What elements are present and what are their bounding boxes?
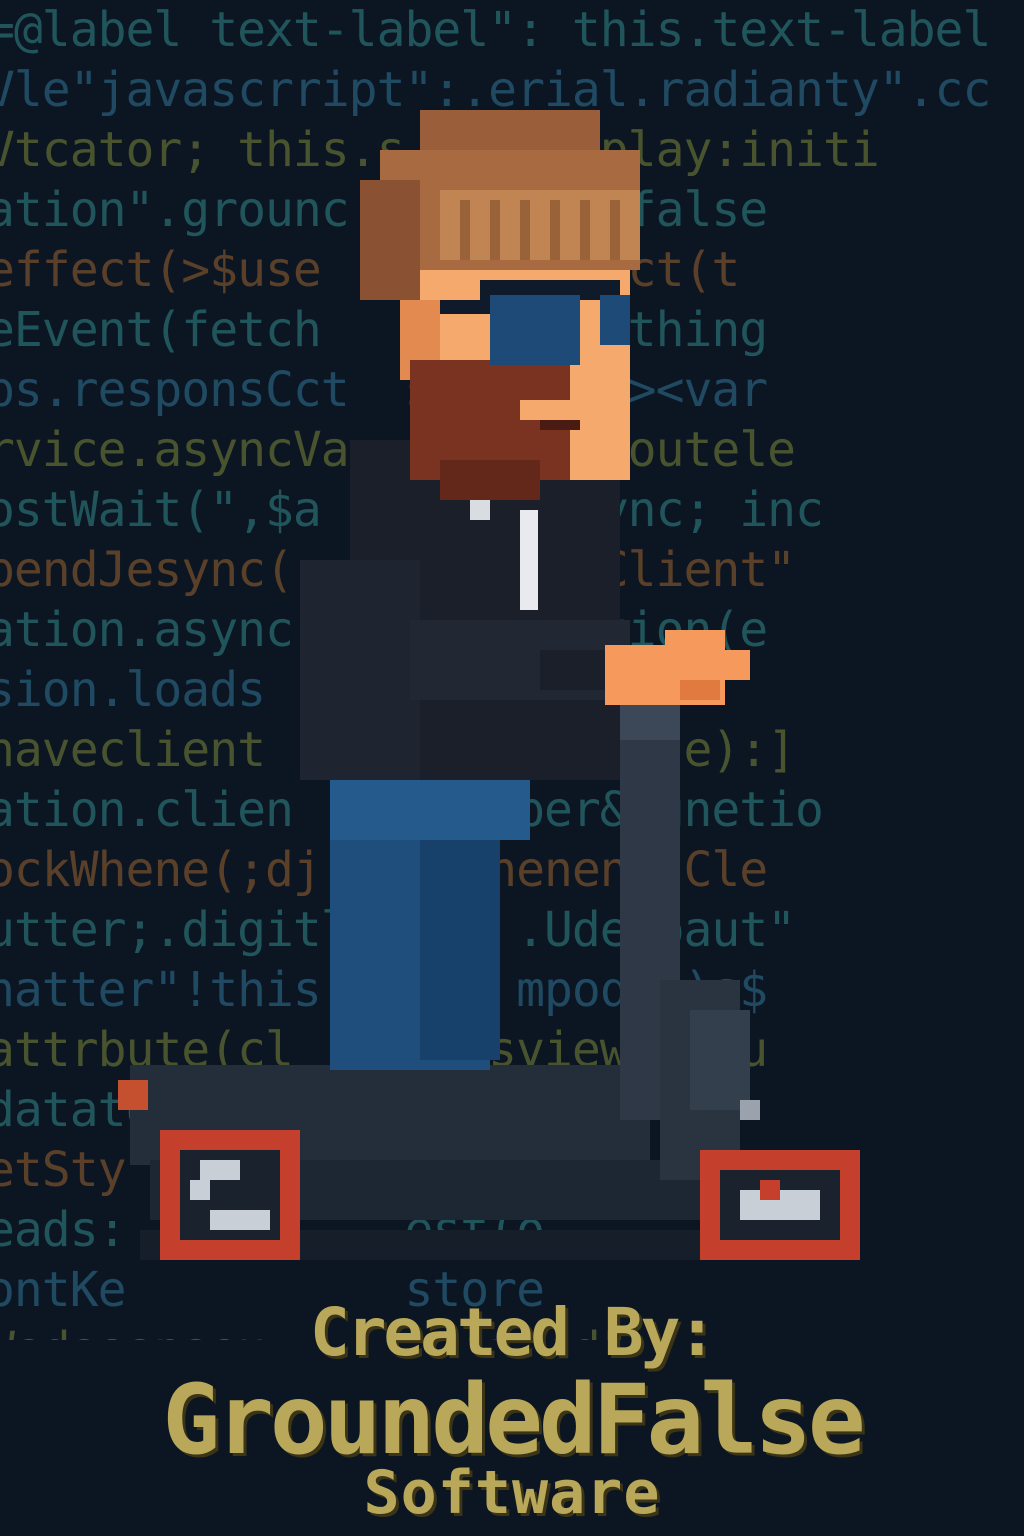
pixel-character-illustration bbox=[118, 110, 860, 1260]
front-wheel-icon bbox=[700, 1150, 860, 1260]
jeans bbox=[330, 760, 530, 1070]
credit-label: Created By: bbox=[309, 1294, 717, 1371]
credit-subtitle: Software bbox=[363, 1458, 661, 1528]
back-wheel-icon bbox=[160, 1130, 300, 1260]
